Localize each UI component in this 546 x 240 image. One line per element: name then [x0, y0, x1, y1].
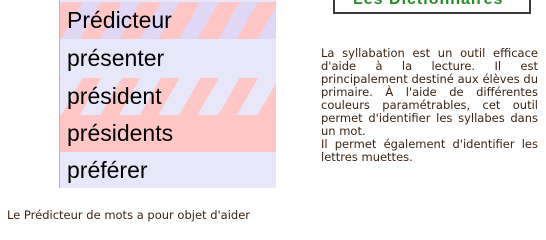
syllabation-word-list: Prédicteur présenter président président… [59, 0, 276, 188]
syllabation-description: La syllabation est un outil efficace d'a… [321, 47, 538, 164]
word-list-item: Prédicteur [60, 2, 276, 39]
description-paragraph: La syllabation est un outil efficace d'a… [321, 46, 538, 138]
word-list-item: président [60, 78, 276, 115]
word-list-item: présidents [60, 115, 276, 152]
word-list-item: présenter [60, 40, 276, 77]
predicteur-intro-text: Le Prédicteur de mots a pour objet d'aid… [7, 208, 251, 222]
logo-text: Les Dictionnaires [353, 0, 503, 9]
word-list-item: préférer [60, 152, 276, 188]
logo-box: Les Dictionnaires [333, 0, 531, 14]
description-paragraph: Il permet également d'identifier les let… [321, 137, 538, 164]
